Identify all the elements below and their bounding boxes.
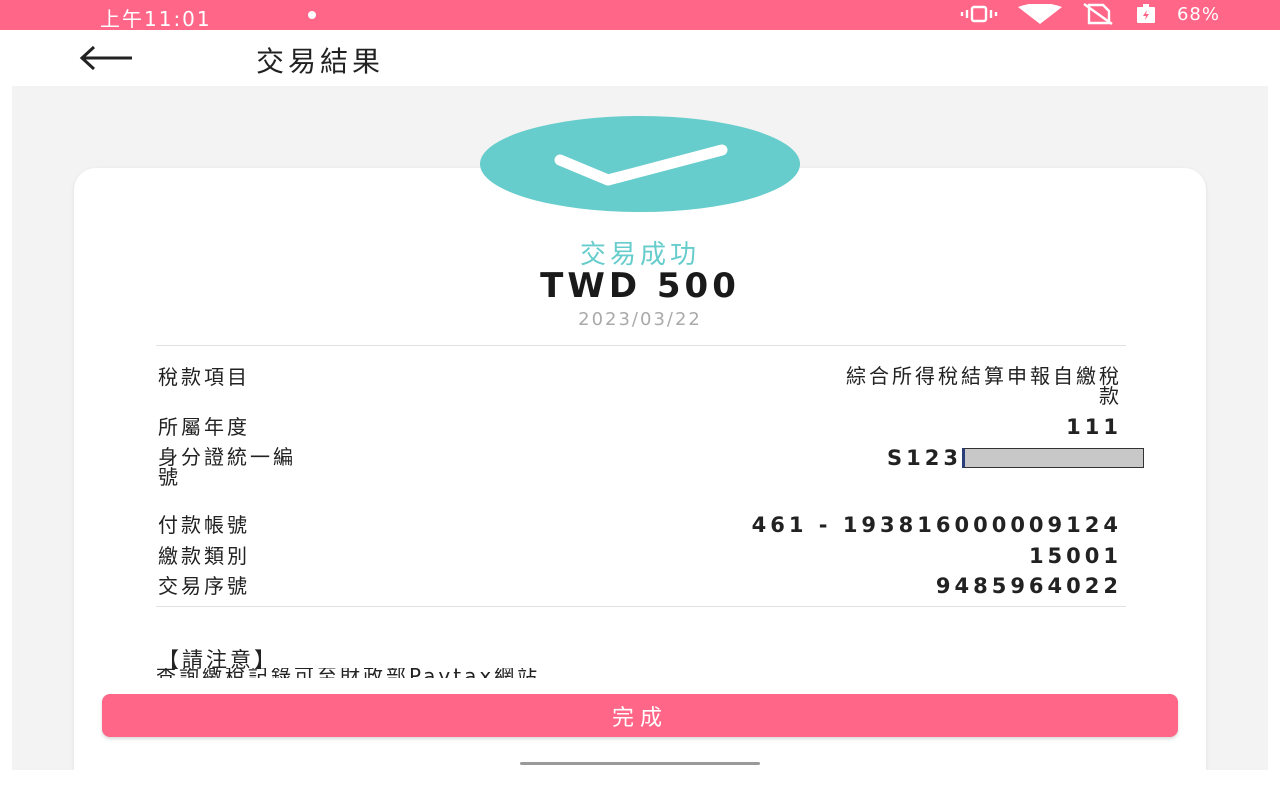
notice-text-clip: 查詢繳稅記錄可至財政部Paytax網站， xyxy=(156,668,1056,678)
transaction-serial-label: 交易序號 xyxy=(158,574,250,598)
year-label: 所屬年度 xyxy=(158,415,250,439)
back-arrow-icon[interactable] xyxy=(78,44,134,72)
battery-icon xyxy=(1133,4,1159,24)
check-icon xyxy=(554,144,728,186)
status-bar: 上午11:01 68% xyxy=(0,0,1280,31)
payment-category-label: 繳款類別 xyxy=(158,544,250,568)
app-header: 交易結果 xyxy=(0,30,1280,86)
navigation-bar xyxy=(0,770,1280,790)
battery-percentage: 68% xyxy=(1176,3,1220,25)
id-number-value: S123 xyxy=(887,446,962,470)
payment-account-label: 付款帳號 xyxy=(158,513,250,537)
year-value: 111 xyxy=(1066,415,1122,439)
notice-text: 查詢繳稅記錄可至財政部Paytax網站， xyxy=(156,668,1056,678)
tax-item-label: 稅款項目 xyxy=(158,365,250,389)
transaction-date: 2023/03/22 xyxy=(578,309,702,330)
payment-account-value: 461 - 193816000009124 xyxy=(751,513,1122,537)
status-icons: 68% xyxy=(959,3,1220,25)
status-time: 上午11:01 xyxy=(100,7,212,31)
done-button[interactable]: 完成 xyxy=(102,694,1178,737)
id-number-label-continued: 號 xyxy=(158,465,181,489)
wifi-icon xyxy=(1017,4,1063,24)
transaction-amount: TWD 500 xyxy=(540,266,740,306)
vibrate-icon xyxy=(959,4,999,24)
transaction-serial-value: 9485964022 xyxy=(935,574,1122,598)
tax-item-value: 綜合所得稅結算申報自繳稅 xyxy=(846,364,1122,388)
success-badge xyxy=(480,116,800,212)
redaction-mask xyxy=(962,448,1144,468)
home-indicator[interactable] xyxy=(520,762,760,765)
tax-item-value-continued: 款 xyxy=(1099,384,1122,408)
no-sim-icon xyxy=(1081,3,1115,25)
divider xyxy=(156,606,1126,607)
payment-category-value: 15001 xyxy=(1028,544,1122,568)
notification-dot-icon xyxy=(308,11,316,19)
divider xyxy=(156,345,1126,346)
page-title: 交易結果 xyxy=(256,45,385,78)
